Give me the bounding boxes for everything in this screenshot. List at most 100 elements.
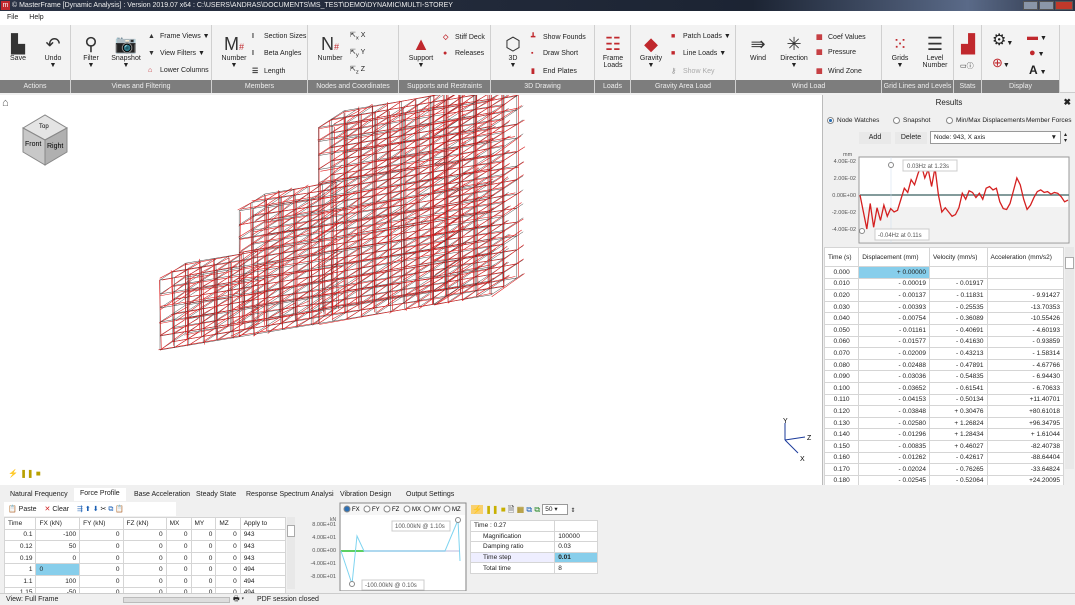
table-cell[interactable]: 0 bbox=[122, 528, 167, 542]
font-button[interactable]: A ▼ bbox=[1029, 63, 1047, 77]
table-cell[interactable]: 0.000 bbox=[823, 266, 860, 279]
table-cell[interactable]: - 0.25535 bbox=[929, 300, 988, 314]
draw-short-button[interactable]: ▪ Draw Short bbox=[531, 50, 578, 57]
table-cell[interactable]: +11.40701 bbox=[986, 393, 1064, 407]
printer-icon[interactable]: 🖶 ▾ bbox=[233, 594, 244, 605]
table-cell[interactable]: 0 bbox=[165, 528, 192, 542]
table-cell[interactable]: - 0.36089 bbox=[929, 312, 988, 325]
table-cell[interactable]: 0.170 bbox=[823, 463, 860, 476]
table-cell[interactable]: 0 bbox=[190, 540, 217, 553]
table-cell[interactable]: 0.130 bbox=[823, 416, 860, 430]
table-cell[interactable]: 0.110 bbox=[823, 393, 860, 407]
table-cell[interactable]: - 0.01577 bbox=[858, 335, 931, 349]
radio-node-watches[interactable]: Node Watches bbox=[827, 117, 879, 124]
table-row[interactable]: 0.12 50 0 0 0 0 0 943 bbox=[3, 540, 287, 553]
table-cell[interactable]: - 0.42617 bbox=[929, 451, 988, 465]
table-row[interactable]: 0.020- 0.00137- 0.11831- 9.91427 bbox=[823, 289, 1064, 302]
table-row[interactable]: 1 0 0 0 0 0 0 494 bbox=[3, 563, 287, 576]
table-cell[interactable]: - 0.47891 bbox=[929, 358, 988, 372]
table-cell[interactable]: 0 bbox=[215, 563, 241, 576]
table-cell[interactable]: - 0.01296 bbox=[858, 428, 931, 441]
member-number-button[interactable]: M# Number ▼ bbox=[216, 33, 252, 69]
table-cell[interactable]: 0.090 bbox=[823, 370, 860, 383]
table-cell[interactable]: - 0.93859 bbox=[986, 335, 1064, 349]
table-cell[interactable]: 0 bbox=[215, 528, 241, 542]
delete-button[interactable]: Delete bbox=[895, 132, 927, 144]
cut-icon[interactable]: ✂ bbox=[101, 506, 107, 513]
close-button[interactable] bbox=[1055, 1, 1073, 10]
table-cell[interactable]: 0 bbox=[190, 528, 217, 542]
frame-views-button[interactable]: ▲ Frame Views ▼ bbox=[148, 33, 210, 40]
tab-steady-state[interactable]: Steady State bbox=[190, 489, 243, 500]
column-header[interactable]: FZ (kN) bbox=[122, 517, 167, 530]
show-founds-button[interactable]: ┻ Show Founds bbox=[531, 33, 586, 41]
menu-file[interactable]: File bbox=[0, 11, 22, 21]
table-cell[interactable]: - 0.01262 bbox=[858, 451, 931, 465]
column-header[interactable]: MZ bbox=[215, 517, 241, 530]
line-style-button[interactable]: ▬ ▼ bbox=[1027, 31, 1047, 43]
copy-results-icon[interactable]: ⧉ bbox=[526, 505, 532, 514]
table-cell[interactable]: 0 bbox=[165, 540, 192, 553]
view-filters-button[interactable]: ▼ View Filters ▼ bbox=[148, 50, 205, 57]
property-row[interactable]: Damping ratio 0.03 bbox=[469, 541, 598, 553]
table-row[interactable]: 0.060- 0.01577- 0.41630- 0.93859 bbox=[823, 335, 1064, 349]
table-cell[interactable]: - 0.00137 bbox=[858, 289, 931, 302]
releases-button[interactable]: ● Releases bbox=[443, 50, 484, 57]
table-cell[interactable]: -82.40738 bbox=[986, 439, 1064, 453]
table-cell[interactable]: - 0.02488 bbox=[858, 358, 931, 372]
table-row[interactable]: 0.040- 0.00754- 0.36089 -10.55426 bbox=[823, 312, 1064, 325]
table-cell[interactable]: 0 bbox=[165, 551, 192, 565]
wind-zone-button[interactable]: ▦ Wind Zone bbox=[816, 67, 862, 75]
table-cell[interactable]: 0.030 bbox=[823, 300, 860, 314]
table-row[interactable]: 0.090- 0.03036- 0.54835- 6.94430 bbox=[823, 370, 1064, 383]
color-button[interactable]: ● ▼ bbox=[1029, 47, 1045, 59]
coef-values-button[interactable]: ▦ Coef Values bbox=[816, 33, 866, 41]
table-cell[interactable]: + 1.26824 bbox=[929, 416, 988, 430]
table-row[interactable]: 0.000 + 0.00000 bbox=[823, 266, 1064, 279]
table-cell[interactable]: -10.55426 bbox=[986, 312, 1064, 325]
table-cell[interactable]: - 0.76265 bbox=[929, 463, 988, 476]
table-cell[interactable]: 0 bbox=[35, 563, 81, 576]
column-header[interactable]: Apply to bbox=[239, 517, 287, 530]
table-cell[interactable]: 0 bbox=[215, 540, 241, 553]
table-cell[interactable]: -100 bbox=[35, 528, 81, 542]
column-header[interactable]: Acceleration (mm/s2) bbox=[986, 247, 1064, 267]
line-loads-button[interactable]: ■ Line Loads ▼ bbox=[671, 50, 726, 57]
force-table-scrollbar[interactable] bbox=[287, 517, 295, 589]
table-cell[interactable]: 0 bbox=[122, 574, 167, 588]
table-cell[interactable]: - 0.02009 bbox=[858, 347, 931, 360]
beta-angles-button[interactable]: Ι Beta Angles bbox=[252, 50, 301, 57]
table-cell[interactable]: - 0.00019 bbox=[858, 277, 931, 291]
table-cell[interactable]: 0.100 bbox=[823, 381, 860, 395]
table-cell[interactable]: 50 bbox=[35, 540, 81, 553]
table-cell[interactable]: - 0.00835 bbox=[858, 439, 931, 453]
node-display-button[interactable]: ⊕▼ bbox=[992, 55, 1010, 71]
table-cell[interactable]: 100 bbox=[35, 574, 81, 588]
gravity-button[interactable]: ◆ Gravity ▼ bbox=[633, 33, 669, 69]
table-cell[interactable]: 0 bbox=[215, 551, 241, 565]
table-cell[interactable]: 0.120 bbox=[823, 405, 860, 418]
table-cell[interactable] bbox=[986, 266, 1064, 279]
table-cell[interactable]: 0 bbox=[79, 540, 124, 553]
table-row[interactable]: 0.120- 0.03848 + 0.30476 +80.61018 bbox=[823, 405, 1064, 418]
lower-columns-button[interactable]: ⌂ Lower Columns bbox=[148, 67, 209, 74]
table-row[interactable]: 0.19 0 0 0 0 0 0 943 bbox=[3, 551, 287, 565]
menu-help[interactable]: Help bbox=[22, 11, 47, 21]
table-row[interactable]: 0.080- 0.02488- 0.47891- 4.67766 bbox=[823, 358, 1064, 372]
length-button[interactable]: ☰ Length bbox=[252, 67, 285, 75]
column-header[interactable]: Velocity (mm/s) bbox=[929, 247, 988, 267]
table-row[interactable]: 0.130- 0.02580 + 1.26824 +96.34795 bbox=[823, 416, 1064, 430]
maximize-button[interactable] bbox=[1039, 1, 1054, 10]
move-up-icon[interactable]: ⬆ bbox=[85, 506, 91, 513]
node-number-button[interactable]: N# Number bbox=[312, 33, 348, 62]
pause-icon[interactable]: ❚❚ bbox=[485, 505, 498, 514]
table-cell[interactable]: - 0.43213 bbox=[929, 347, 988, 360]
column-header[interactable]: FX (kN) bbox=[35, 517, 81, 530]
run-icon[interactable]: ⚡ bbox=[471, 505, 483, 514]
table-cell[interactable]: 0 bbox=[215, 574, 241, 588]
table-cell[interactable]: 943 bbox=[239, 540, 287, 553]
node-select[interactable]: Node: 943, X axis ▼ bbox=[930, 131, 1061, 144]
stiff-deck-button[interactable]: ◇ Stiff Deck bbox=[443, 33, 485, 41]
table-cell[interactable]: - 9.91427 bbox=[986, 289, 1064, 302]
property-row[interactable]: Time step 0.01 bbox=[469, 551, 598, 564]
